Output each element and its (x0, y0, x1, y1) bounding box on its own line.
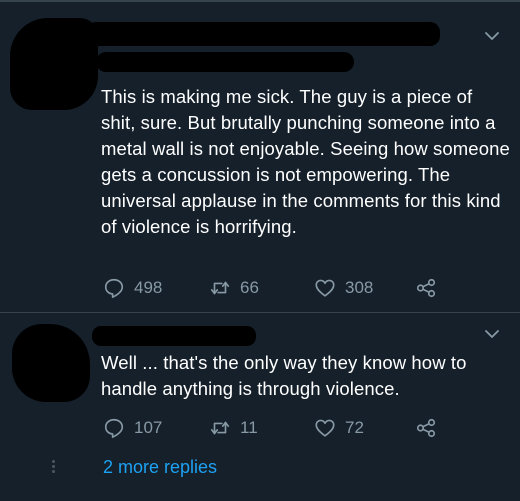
retweet-icon (210, 281, 230, 295)
like-button[interactable]: 72 (314, 417, 364, 439)
retweet-button[interactable]: 66 (209, 277, 259, 299)
tweet-text: Well ... that's the only way they know h… (101, 352, 467, 399)
reply-icon (104, 278, 124, 298)
redacted-author-handle (96, 52, 354, 72)
retweet-count: 66 (240, 278, 259, 297)
like-icon (315, 279, 335, 297)
like-button[interactable]: 308 (314, 277, 373, 299)
chevron-down-icon[interactable] (482, 26, 502, 46)
tweet-divider (0, 312, 520, 313)
avatar[interactable] (10, 18, 98, 110)
top-divider (0, 0, 520, 2)
thread-connector-dots (52, 460, 55, 474)
reply-count: 498 (134, 278, 163, 297)
redacted-author-name (86, 22, 440, 46)
share-icon (416, 418, 436, 438)
avatar[interactable] (12, 324, 90, 402)
retweet-count: 11 (240, 418, 258, 437)
share-icon (416, 278, 436, 298)
tweet-text: This is making me sick. The guy is a pie… (101, 86, 510, 237)
reply-count: 107 (134, 418, 163, 437)
retweet-button[interactable]: 11 (209, 417, 258, 439)
retweet-icon (210, 421, 230, 435)
reply-icon (104, 418, 124, 438)
reply-button[interactable]: 107 (103, 417, 162, 439)
chevron-down-icon[interactable] (482, 324, 502, 344)
share-button[interactable] (415, 277, 437, 299)
like-icon (315, 419, 335, 437)
share-button[interactable] (415, 417, 437, 439)
more-replies-link[interactable]: 2 more replies (103, 457, 217, 478)
reply-button[interactable]: 498 (103, 277, 162, 299)
like-count: 308 (345, 278, 374, 297)
like-count: 72 (345, 418, 364, 437)
redacted-author-name (92, 326, 256, 346)
